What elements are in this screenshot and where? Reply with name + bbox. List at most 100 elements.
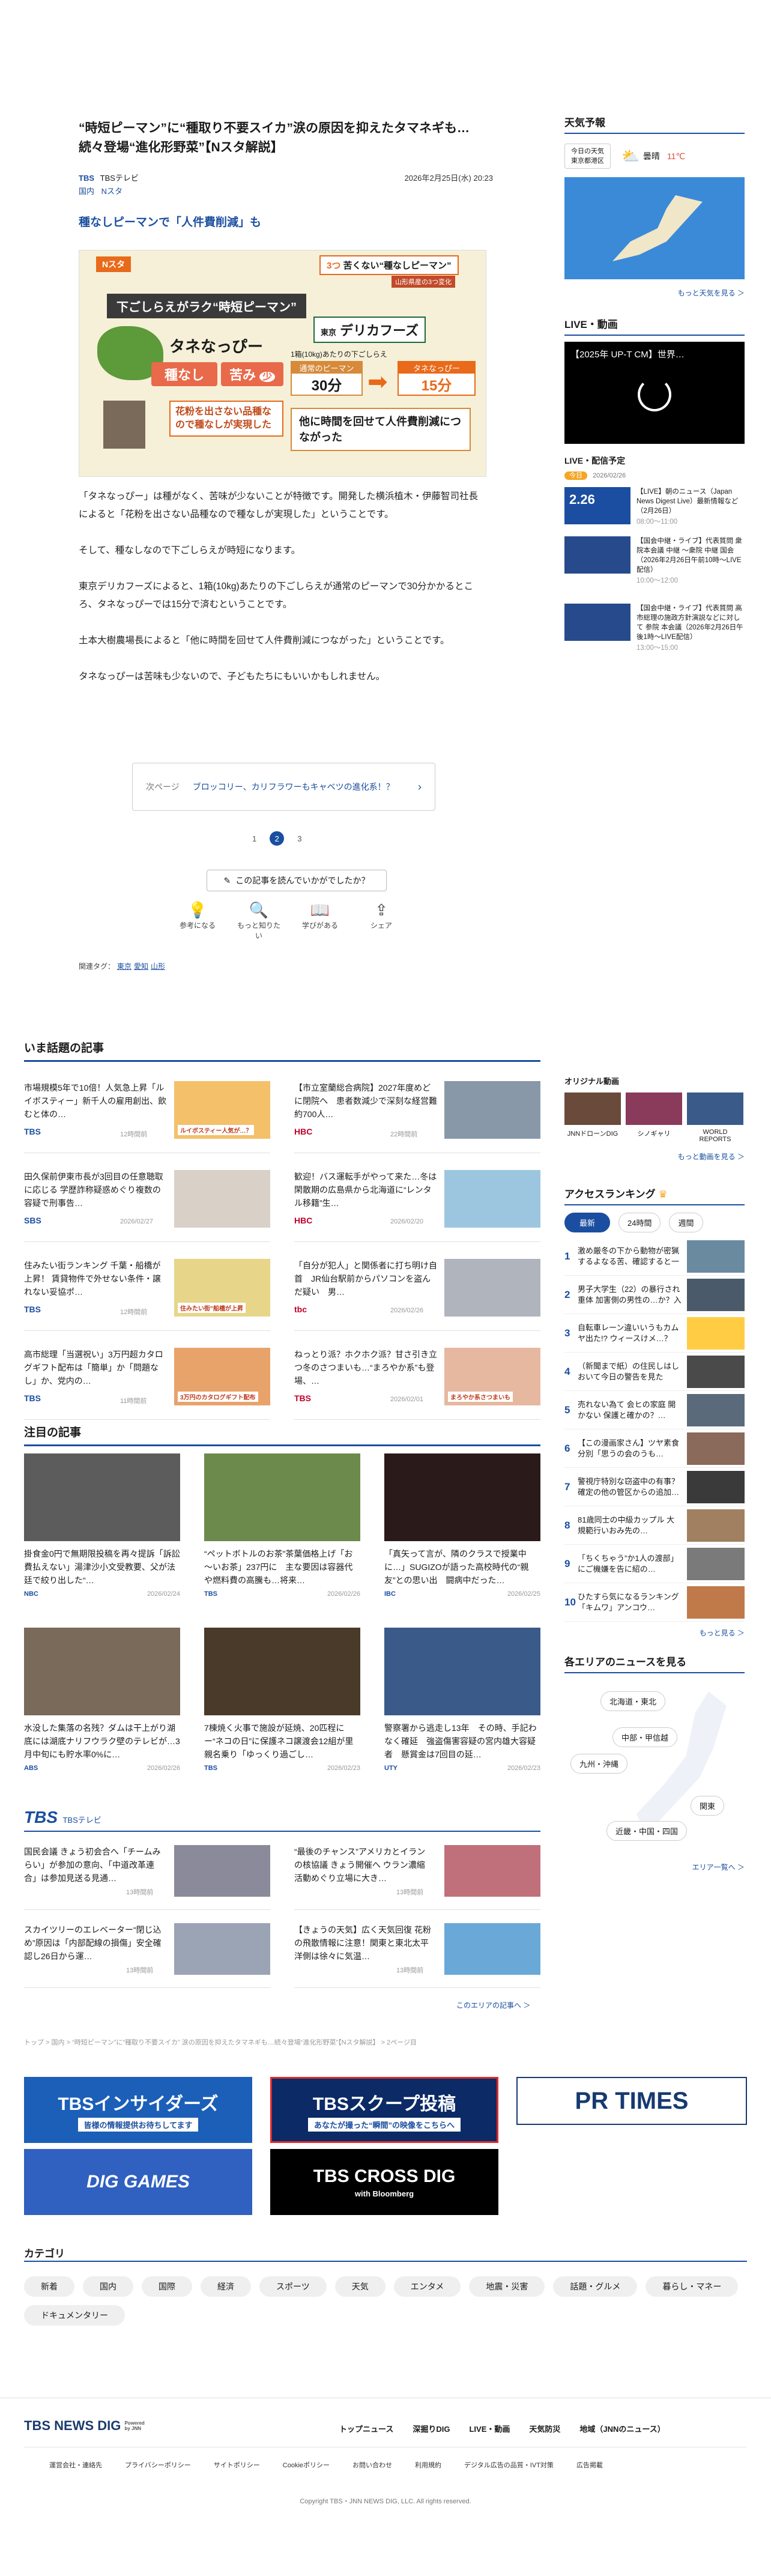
- reaction-learn-button[interactable]: 📖 学びがある: [297, 901, 343, 941]
- area-articles-link[interactable]: このエリアの記事へ ＞: [456, 2000, 530, 2010]
- page-link[interactable]: 3: [297, 834, 301, 843]
- card-title: 市場規模5年で10倍！人気急上昇「ルイボスティー」新千人の雇用創出、飲むと体の…: [24, 1083, 167, 1119]
- featured-card[interactable]: 掛食金0円で無期限投稿を再々提訴「訴訟費払えない」湯津沙小文受教要、父が法廷で絞…: [24, 1453, 180, 1598]
- footer-nav-link[interactable]: 天気防災: [529, 2423, 560, 2434]
- original-more-link[interactable]: もっと動画を見る ＞: [564, 1151, 745, 1162]
- tab-24h[interactable]: 24時間: [618, 1213, 661, 1232]
- footer-link[interactable]: 運営会社・連絡先: [49, 2460, 102, 2470]
- card-title: ねっとり派？ホクホク派？甘さ引き立つ冬のさつまいも…“まろやか系”も登場、…: [294, 1350, 437, 1386]
- ranking-item[interactable]: 4 （新聞まで紙）の住民しはしおいて今日の警告を見た: [564, 1353, 745, 1391]
- ranking-item[interactable]: 7 警視庁特別な窃盗中の有事？確定の他の管区からの追加…: [564, 1468, 745, 1506]
- ranking-item[interactable]: 8 81歳同士の中級カップル 大規範行いおみ先の…: [564, 1506, 745, 1545]
- schedule-item[interactable]: 【国会中継・ライブ】代表質問 高市総理の施政方針演説などに対して 参院 本会議（…: [564, 604, 745, 664]
- trending-card[interactable]: ねっとり派？ホクホク派？甘さ引き立つ冬のさつまいも…“まろやか系”も登場、… TB…: [294, 1342, 540, 1420]
- category-chip[interactable]: エンタメ: [393, 2276, 461, 2297]
- live-video-player[interactable]: 【2025年 UP-T CM】世界…: [564, 342, 745, 444]
- footer-link[interactable]: サイトポリシー: [214, 2460, 260, 2470]
- original-video-card[interactable]: WORLD REPORTS: [687, 1093, 743, 1143]
- area-hokkaido-tohoku[interactable]: 北海道・東北: [600, 1691, 666, 1711]
- source-name[interactable]: TBSテレビ: [100, 174, 139, 183]
- trending-card[interactable]: 田久保前伊東市長が3回目の任意聴取に応じる 学歴詐称疑惑めぐり複数の容疑で刑事告…: [24, 1164, 270, 1242]
- tbs-card[interactable]: 【きょうの天気】広く天気回復 花粉の飛散情報に注意！関東と東北太平洋側は徐々に気…: [294, 1917, 540, 1988]
- page-link[interactable]: 1: [252, 834, 256, 843]
- ranking-more-link[interactable]: もっと見る ＞: [564, 1628, 745, 1638]
- category-chip[interactable]: 経済: [201, 2276, 251, 2297]
- schedule-item[interactable]: 2.26 【LIVE】朝のニュース（Japan News Digest Live）…: [564, 487, 745, 529]
- footer-nav-link[interactable]: LIVE・動画: [469, 2423, 510, 2434]
- featured-card[interactable]: 7棟焼く火事で施設が延焼、20匹程にー“ネコの日”に保護ネコ譲渡会12組が里親名…: [204, 1628, 360, 1772]
- weather-map[interactable]: [564, 177, 745, 279]
- ranking-item[interactable]: 2 男子大学生（22）の暴行され重体 加害側の男性の…か？入部ネルなんと: [564, 1276, 745, 1314]
- ranking-item[interactable]: 1 激め厳冬の下から動物が密猟するよなる苦、確認すると一液パランに電撃 海側の濃米…: [564, 1237, 745, 1276]
- share-button[interactable]: ⇪ シェア: [358, 901, 405, 941]
- category-chip[interactable]: 国際: [142, 2276, 192, 2297]
- tbs-card[interactable]: 国民会議 きょう初会合へ「チームみらい」が参加の意向、「中道改革連合」は参加見送…: [24, 1839, 270, 1910]
- area-kyushu[interactable]: 九州・沖縄: [570, 1754, 628, 1774]
- promo-banner[interactable]: TBS CROSS DIG with Bloomberg: [270, 2149, 498, 2215]
- original-name: JNNドローンDIG: [567, 1130, 618, 1138]
- footer-nav-link[interactable]: トップニュース: [339, 2423, 393, 2434]
- category-chip[interactable]: 話題・グルメ: [553, 2276, 638, 2297]
- category-chip[interactable]: 新着: [24, 2276, 74, 2297]
- featured-card[interactable]: 「真矢って言が、隣のクラスで授業中に…」SUGIZOが語った高校時代の“親友”と…: [384, 1453, 540, 1598]
- reaction-more-button[interactable]: 🔍 もっと知りたい: [235, 901, 282, 941]
- area-kanto[interactable]: 関東: [691, 1796, 725, 1816]
- page-current[interactable]: 2: [270, 831, 285, 846]
- trending-card[interactable]: 【市立室蘭総合病院】2027年度めどに閉院へ 患者数減少で深刻な経営難 約700…: [294, 1075, 540, 1153]
- next-page-link[interactable]: 次ページ ブロッコリー、カリフラワーもキャベツの進化系！？ ›: [132, 763, 435, 811]
- featured-card[interactable]: “ペットボトルのお茶”茶葉価格上げ「お～いお茶」237円に 主な要因は容器代や燃…: [204, 1453, 360, 1598]
- thumb-caption: 住みたい街”船橋が上昇: [178, 1303, 246, 1313]
- ranking-item[interactable]: 3 自転車レーン違いいうもカムヤ出た!? ウィースけメ…？: [564, 1314, 745, 1353]
- source-logo[interactable]: TBS: [79, 174, 94, 183]
- area-kinki[interactable]: 近畿・中国・四国: [606, 1821, 688, 1841]
- tbs-card[interactable]: “最後のチャンス”アメリカとイランの核協議 きょう開催へ ウラン濃縮活動めぐり立…: [294, 1839, 540, 1910]
- keyword-link[interactable]: 愛知: [134, 962, 148, 971]
- trending-card[interactable]: 高市総理「当選祝い」3万円超カタログギフト配布は「簡単」か「問題なし」か、党内の…: [24, 1342, 270, 1420]
- ranking-item[interactable]: 9 「ちくちゃう”か1人の渡部」にご機嫌を告に紹の…: [564, 1545, 745, 1583]
- category-chip[interactable]: ドキュメンタリー: [24, 2305, 125, 2326]
- footer-link[interactable]: 利用規約: [415, 2460, 441, 2470]
- promo-banner[interactable]: TBSインサイダーズ 皆様の情報提供お待ちしてます: [24, 2077, 252, 2143]
- promo-banner[interactable]: PR TIMES: [516, 2077, 747, 2125]
- original-video-card[interactable]: シノギャリ: [626, 1093, 682, 1143]
- reaction-helpful-button[interactable]: 💡 参考になる: [174, 901, 221, 941]
- footer-logo[interactable]: TBS NEWS DIG Powered by JNN: [24, 2418, 148, 2434]
- original-video-card[interactable]: JNNドローンDIG: [564, 1093, 621, 1143]
- category-chip[interactable]: 国内: [83, 2276, 133, 2297]
- ranking-item[interactable]: 6 【この漫画家さん】ツヤ素食分別「思うの会のうも…: [564, 1429, 745, 1468]
- ranking-item[interactable]: 10 ひたすら気になるランキング「キムワ」アンコウ…: [564, 1583, 745, 1622]
- footer-link[interactable]: 広告掲載: [576, 2460, 603, 2470]
- footer-link[interactable]: お問い合わせ: [352, 2460, 392, 2470]
- category-chip[interactable]: 暮らし・マネー: [646, 2276, 739, 2297]
- footer-link[interactable]: プライバシーポリシー: [125, 2460, 191, 2470]
- trending-card[interactable]: 住みたい街ランキング 千葉・船橋が上昇！ 賃貸物件で外せない条件・譲れない妥協ポ…: [24, 1253, 270, 1331]
- keyword-link[interactable]: 東京: [117, 962, 132, 971]
- footer-link[interactable]: Cookieポリシー: [283, 2460, 330, 2470]
- category-chip[interactable]: スポーツ: [259, 2276, 327, 2297]
- area-chubu[interactable]: 中部・甲信越: [612, 1727, 678, 1747]
- tag-link[interactable]: Nスタ: [101, 187, 122, 196]
- trending-card[interactable]: 「自分が犯人」と関係者に打ち明け自首 JR仙台駅前からパソコンを盗んだ疑い 男……: [294, 1253, 540, 1331]
- footer-nav-link[interactable]: 地域（JNNのニュース）: [579, 2423, 665, 2434]
- promo-banner[interactable]: DIG GAMES: [24, 2149, 252, 2215]
- tag-link[interactable]: 国内: [79, 187, 94, 196]
- tab-weekly[interactable]: 週間: [669, 1213, 703, 1232]
- featured-card[interactable]: 水没した集落の名残？ダムは干上がり湖底には湖底ナリフウラク壁のテレビが…3月中旬…: [24, 1628, 180, 1772]
- weather-today[interactable]: 今日の天気 東京都港区 ⛅ 曇晴 11℃: [564, 141, 745, 171]
- tbs-card[interactable]: スカイツリーのエレベーター“閉じ込め”原因は「内部配線の損傷」安全確認し26日か…: [24, 1917, 270, 1988]
- footer-nav-link[interactable]: 深掘りDIG: [413, 2423, 450, 2434]
- category-chip[interactable]: 地震・災害: [469, 2276, 545, 2297]
- footer-link[interactable]: デジタル広告の品質・IVT対策: [464, 2460, 554, 2470]
- area-more-link[interactable]: エリア一覧へ ＞: [564, 1862, 745, 1872]
- ranking-item[interactable]: 5 売れない為て 会ヒの家庭 開かない 保護と確かの？…: [564, 1391, 745, 1429]
- keyword-link[interactable]: 山形: [151, 962, 165, 971]
- weather-more-link[interactable]: もっと天気を見る ＞: [564, 288, 745, 298]
- schedule-item[interactable]: 【国会中継・ライブ】代表質問 衆院本会議 中継 ～衆院 中継 国会（2026年2…: [564, 536, 745, 596]
- tab-latest[interactable]: 最新: [564, 1213, 611, 1232]
- trending-card[interactable]: 市場規模5年で10倍！人気急上昇「ルイボスティー」新千人の雇用創出、飲むと体の……: [24, 1075, 270, 1153]
- card-title: 田久保前伊東市長が3回目の任意聴取に応じる 学歴詐称疑惑めぐり複数の容疑で刑事告…: [24, 1172, 163, 1208]
- trending-card[interactable]: 歓迎！バス運転手がやって来た…冬は閑散期の広島県から北海道に“レンタル移籍”生……: [294, 1164, 540, 1242]
- category-chip[interactable]: 天気: [334, 2276, 386, 2297]
- promo-banner[interactable]: TBSスクープ投稿 あなたが撮った“瞬間”の映像をこちらへ: [270, 2077, 498, 2143]
- featured-card[interactable]: 警察署から逃走し13年 その時、手記わなく確延 強盗傷害容疑の宮内雄大容疑者 懸…: [384, 1628, 540, 1772]
